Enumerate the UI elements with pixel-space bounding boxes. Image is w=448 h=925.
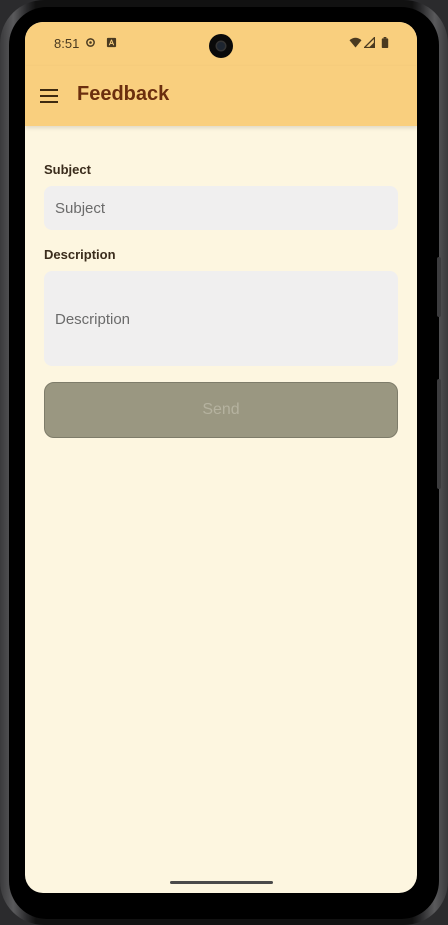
power-button <box>437 257 441 317</box>
signal-icon <box>364 37 375 48</box>
status-bar: 8:51 <box>25 22 417 66</box>
status-time: 8:51 <box>54 36 80 51</box>
send-button[interactable]: Send <box>44 382 398 438</box>
screen: 8:51 Feedback Subject Subject Descriptio… <box>25 22 417 893</box>
phone-frame: 8:51 Feedback Subject Subject Descriptio… <box>0 0 448 925</box>
front-camera <box>209 34 233 58</box>
page-title: Feedback <box>77 83 170 105</box>
battery-icon <box>381 37 389 48</box>
hamburger-menu-icon[interactable] <box>37 84 61 108</box>
home-indicator[interactable] <box>170 881 273 884</box>
description-input[interactable] <box>44 271 398 366</box>
wifi-icon <box>349 37 362 48</box>
subject-input[interactable] <box>44 186 398 230</box>
app-bar: Feedback <box>25 66 417 126</box>
description-label: Description <box>44 247 116 262</box>
volume-button <box>437 379 441 489</box>
subject-label: Subject <box>44 162 91 177</box>
settings-icon <box>86 38 95 47</box>
accessibility-icon <box>106 37 117 48</box>
